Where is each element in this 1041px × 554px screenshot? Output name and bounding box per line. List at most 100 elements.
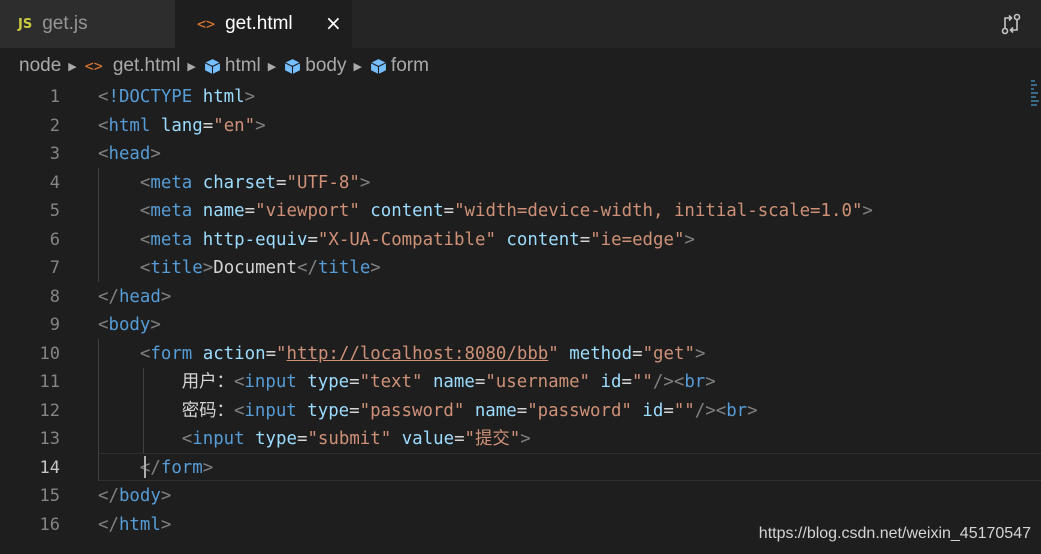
code-token: name [432, 372, 475, 392]
line-number: 10 [39, 343, 60, 364]
code-line: </form> [98, 454, 213, 482]
code-token: < [181, 429, 193, 449]
code-token: http://localhost:8080/bbb [286, 343, 549, 364]
minimap[interactable] [1031, 80, 1039, 108]
close-icon[interactable]: × [325, 11, 342, 35]
code-token: = [443, 201, 455, 221]
code-token: = [296, 429, 308, 449]
line-number: 7 [49, 258, 60, 278]
code-token: " [548, 343, 559, 364]
code-token: " [276, 343, 287, 364]
code-token: "" [631, 372, 653, 392]
code-line: <meta name="viewport" content="width=dev… [98, 197, 873, 225]
code-line: </html> [98, 511, 171, 539]
code-token: = [454, 429, 465, 449]
breadcrumb-label: form [390, 55, 429, 76]
code-token: type [307, 400, 350, 421]
line-number: 9 [49, 315, 60, 335]
code-line: </head> [98, 283, 171, 311]
code-token: > [160, 486, 172, 506]
code-token: = [307, 229, 318, 250]
code-token: = [632, 343, 643, 364]
code-token: = [474, 372, 486, 392]
code-token: < [98, 87, 109, 107]
code-token: content [370, 201, 444, 221]
code-token: "ie=edge" [590, 229, 685, 250]
code-token: </ [98, 486, 119, 506]
code-token: </ [98, 286, 119, 307]
cube-icon [370, 58, 387, 74]
line-number: 15 [39, 486, 60, 506]
code-token: type [255, 429, 297, 449]
tab-label: get.js [42, 13, 88, 34]
breadcrumb-label: body [305, 55, 347, 76]
code-token: action [202, 343, 266, 364]
code-token: method [569, 343, 633, 364]
code-token: > [202, 258, 214, 278]
code-token: html [108, 115, 161, 136]
code-token: > [255, 115, 266, 136]
chevron-right-icon: ▶ [68, 60, 77, 73]
line-number: 4 [49, 172, 60, 193]
code-token: = [265, 343, 277, 364]
code-token: title [317, 258, 371, 278]
code-token: Document [213, 258, 297, 278]
line-number: 11 [39, 372, 60, 392]
code-token: html [118, 514, 161, 535]
cube-icon [285, 58, 301, 74]
code-token: value [401, 429, 455, 449]
tab-get-js[interactable]: JS get.js [0, 0, 175, 48]
code-token: > [694, 343, 706, 364]
code-token: "password" [527, 400, 632, 421]
line-number: 1 [49, 87, 60, 107]
breadcrumb-item-body[interactable]: body [284, 55, 346, 77]
code-token: br [726, 400, 748, 421]
breadcrumb-item-form[interactable]: form [370, 55, 429, 77]
line-number: 8 [49, 286, 60, 307]
code-token: http-equiv [202, 229, 308, 250]
code-token: > [684, 229, 695, 250]
code-token: 密码： [98, 400, 234, 421]
code-token: name [474, 400, 517, 421]
code-token: < [98, 115, 109, 136]
code-token: !DOCTYPE [108, 87, 203, 107]
code-token: = [579, 229, 591, 250]
code-token: />< [694, 400, 727, 421]
code-token: = [202, 115, 214, 136]
tab-bar: JS get.js <> get.html × [0, 0, 1041, 48]
tab-get-html[interactable]: <> get.html × [175, 0, 352, 48]
breadcrumb-label: node [19, 55, 62, 76]
code-line: <title>Document</title> [98, 254, 381, 282]
breadcrumb-item-html[interactable]: html [204, 55, 261, 77]
chevron-right-icon: ▶ [267, 60, 277, 73]
code-token: > [160, 286, 172, 307]
html-file-icon: <> [84, 57, 103, 75]
line-number: 2 [49, 115, 60, 136]
code-token: "width=device-width, initial-scale=1.0" [454, 201, 863, 221]
code-token: "get" [642, 343, 695, 364]
open-changes-icon[interactable] [999, 12, 1023, 36]
line-number: 6 [49, 229, 60, 250]
breadcrumb-label: html [224, 55, 261, 76]
code-token: input [244, 400, 308, 421]
code-token: meta [150, 201, 203, 221]
line-number: 12 [39, 400, 60, 421]
breadcrumb-item-file[interactable]: <> get.html [85, 55, 181, 77]
text-cursor [144, 456, 146, 478]
breadcrumb: node ▶ <> get.html ▶ html ▶ body ▶ form [19, 53, 429, 79]
line-number: 3 [49, 144, 60, 164]
code-token: = [276, 172, 287, 193]
code-token: > [862, 201, 873, 221]
code-token: />< [652, 372, 685, 392]
code-line: <html lang="en"> [98, 112, 266, 140]
breadcrumb-item-node[interactable]: node [19, 55, 61, 77]
